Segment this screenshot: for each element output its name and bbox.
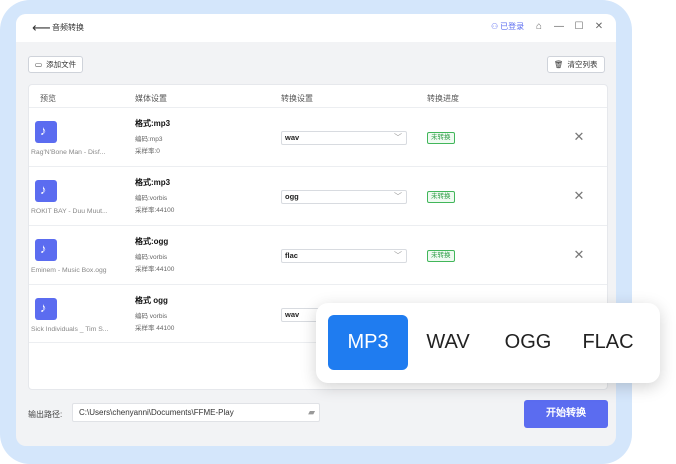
format-select-value: wav [285, 133, 300, 142]
folder-icon[interactable]: ▰ [308, 404, 315, 421]
table-row: ROKIT BAY - Duu Muut... 格式:mp3 编码:vorbis… [29, 166, 607, 225]
status-badge: 未转换 [427, 250, 455, 262]
file-sample-rate: 采样率 44100 [135, 325, 175, 332]
format-select-value: wav [285, 310, 300, 319]
format-select-value: flac [285, 251, 298, 260]
header-preview: 预览 [40, 94, 56, 103]
table-row: Rag'N'Bone Man - Disf... 格式:mp3 编码:mp3 采… [29, 107, 607, 166]
maximize-icon[interactable]: ☐ [572, 20, 586, 34]
toolbar: ▭ 添加文件 🗑 清空列表 [16, 42, 616, 82]
header-media: 媒体设置 [135, 94, 167, 103]
file-codec: 编码:mp3 [135, 136, 163, 143]
format-select-value: ogg [285, 192, 299, 201]
login-status[interactable]: ⚇ 已登录 [491, 21, 524, 32]
header-progress: 转换进度 [427, 94, 459, 103]
hat-icon[interactable]: ⌂ [532, 20, 546, 34]
music-file-icon [35, 239, 57, 261]
file-sample-rate: 采样率:44100 [135, 207, 175, 214]
file-codec: 编码 vorbis [135, 313, 168, 320]
folder-plus-icon: ▭ [35, 60, 43, 69]
window-title: 音频转换 [52, 23, 84, 32]
format-option-mp3[interactable]: MP3 [328, 315, 408, 370]
clear-list-label: 清空列表 [567, 60, 598, 69]
clear-list-button[interactable]: 🗑 清空列表 [547, 56, 605, 73]
login-label: 已登录 [500, 22, 525, 31]
close-icon[interactable]: ✕ [592, 20, 606, 34]
trash-icon: 🗑 [554, 60, 564, 69]
music-file-icon [35, 121, 57, 143]
file-name: ROKIT BAY - Duu Muut... [31, 208, 108, 215]
stage: ⟵ 音频转换 ⚇ 已登录 ⌂ — ☐ ✕ ▭ 添加文件 🗑 清空列表 预览 媒体… [0, 0, 676, 464]
file-format: 格式:ogg [135, 237, 169, 246]
file-format: 格式:mp3 [135, 119, 171, 128]
start-convert-button[interactable]: 开始转换 [524, 400, 608, 428]
file-codec: 编码:vorbis [135, 254, 168, 261]
chevron-down-icon: ﹀ [394, 192, 402, 201]
format-option-wav[interactable]: WAV [418, 315, 478, 370]
output-path-label: 输出路径: [28, 410, 63, 419]
user-icon: ⚇ [491, 22, 499, 31]
output-path-field[interactable]: C:\Users\chenyanni\Documents\FFME-Play ▰ [72, 403, 320, 422]
file-format: 格式:mp3 [135, 178, 171, 187]
format-option-flac[interactable]: FLAC [576, 315, 640, 370]
chevron-down-icon: ﹀ [394, 133, 402, 142]
add-file-label: 添加文件 [46, 60, 77, 69]
arrow-left-icon[interactable]: ⟵ [32, 21, 51, 35]
format-select[interactable]: flac ﹀ [281, 249, 407, 263]
remove-icon[interactable]: ✕ [572, 189, 586, 203]
output-path-value: C:\Users\chenyanni\Documents\FFME-Play [79, 408, 234, 417]
music-file-icon [35, 180, 57, 202]
file-sample-rate: 采样率:44100 [135, 266, 175, 273]
format-select[interactable]: wav ﹀ [281, 131, 407, 145]
format-option-ogg[interactable]: OGG [498, 315, 558, 370]
add-file-button[interactable]: ▭ 添加文件 [28, 56, 84, 73]
file-codec: 编码:vorbis [135, 195, 168, 202]
file-name: Eminem - Music Box.ogg [31, 267, 107, 274]
table-row: Eminem - Music Box.ogg 格式:ogg 编码:vorbis … [29, 225, 607, 284]
file-name: Rag'N'Bone Man - Disf... [31, 149, 106, 156]
remove-icon[interactable]: ✕ [572, 130, 586, 144]
chevron-down-icon: ﹀ [394, 251, 402, 260]
remove-icon[interactable]: ✕ [572, 248, 586, 262]
titlebar: ⟵ 音频转换 ⚇ 已登录 ⌂ — ☐ ✕ [16, 14, 616, 42]
format-select[interactable]: ogg ﹀ [281, 190, 407, 204]
file-sample-rate: 采样率:0 [135, 148, 160, 155]
minimize-icon[interactable]: — [552, 20, 566, 34]
music-file-icon [35, 298, 57, 320]
format-picker-popup: MP3 WAV OGG FLAC [316, 303, 660, 383]
file-name: Sick Individuals _ Tim S... [31, 326, 109, 333]
header-convert: 转换设置 [281, 94, 313, 103]
file-format: 格式 ogg [135, 296, 168, 305]
status-badge: 未转换 [427, 132, 455, 144]
status-badge: 未转换 [427, 191, 455, 203]
